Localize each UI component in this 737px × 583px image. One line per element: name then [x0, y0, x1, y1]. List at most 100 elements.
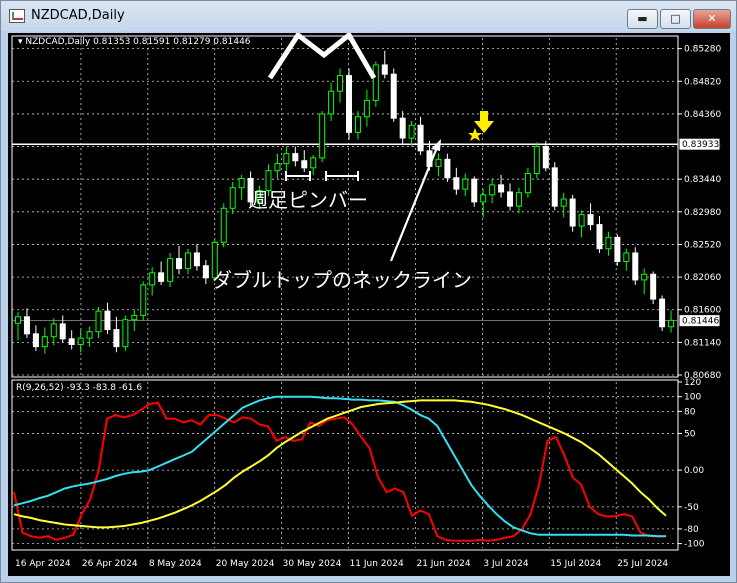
- candle-body: [184, 252, 191, 270]
- candle-body: [480, 194, 487, 203]
- candle-body: [471, 178, 478, 203]
- candle-body: [167, 258, 174, 282]
- neckline-arrow-line: [389, 144, 440, 262]
- candle-body: [569, 198, 576, 227]
- candle-body: [301, 160, 308, 169]
- indicator-y-tick-label: 120: [684, 378, 701, 388]
- candle-body: [68, 338, 75, 345]
- indicator-y-tick-label: -50: [684, 503, 699, 513]
- maximize-button[interactable]: □: [660, 9, 691, 29]
- candle-body: [444, 158, 451, 179]
- candle-body: [596, 224, 603, 250]
- candle-body: [220, 207, 227, 243]
- minimize-button[interactable]: ▬: [627, 9, 658, 29]
- indicator-y-tick-label: -80: [684, 525, 699, 535]
- candle-body: [149, 272, 156, 286]
- x-tick-label: 20 May 2024: [216, 559, 275, 569]
- candle-body: [283, 153, 290, 165]
- candle-body: [462, 178, 469, 190]
- candle-body: [489, 184, 496, 196]
- chart-app-icon: [9, 9, 25, 23]
- x-tick-label: 8 May 2024: [149, 559, 202, 569]
- neckline-annotation: ダブルトップのネックライン: [212, 268, 472, 292]
- price-label-text: 0.81446: [682, 317, 719, 327]
- indicator-y-tick-label: 50: [684, 429, 696, 439]
- candle-body: [381, 64, 388, 75]
- candle-body: [23, 316, 30, 335]
- candle-body: [560, 198, 567, 207]
- candle-body: [95, 310, 102, 333]
- neckline-arrow-head: [431, 139, 441, 151]
- candle-body: [328, 90, 335, 115]
- candle-body: [668, 319, 675, 328]
- indicator-y-tick-label: 0.00: [684, 466, 704, 476]
- candle-body: [632, 252, 639, 281]
- candle-body: [140, 284, 147, 316]
- candle-body: [15, 316, 21, 324]
- candle-body: [507, 191, 514, 207]
- window-title: NZDCAD,Daily: [31, 8, 125, 23]
- y-tick-label: 0.84360: [684, 110, 721, 120]
- candle-body: [292, 153, 299, 162]
- candle-body: [641, 273, 648, 281]
- candle-body: [650, 273, 657, 300]
- title-bar[interactable]: NZDCAD,Daily ▬ □ ✕: [1, 1, 736, 31]
- y-tick-label: 0.82980: [684, 208, 721, 218]
- candle-body: [77, 337, 84, 345]
- candle-body: [122, 319, 129, 348]
- close-button[interactable]: ✕: [693, 9, 731, 29]
- x-tick-label: 15 Jul 2024: [550, 559, 601, 569]
- candle-body: [193, 252, 200, 267]
- y-tick-label: 0.81140: [684, 338, 721, 348]
- candle-body: [587, 214, 594, 226]
- indicator-y-tick-label: 80: [684, 407, 696, 417]
- x-tick-label: 21 Jun 2024: [416, 559, 470, 569]
- candle-body: [551, 167, 558, 207]
- candle-body: [524, 173, 531, 194]
- y-tick-label: 0.82060: [684, 273, 721, 283]
- x-tick-label: 3 Jul 2024: [483, 559, 528, 569]
- indicator-title: R(9,26,52) -93.3 -83.8 -61.6: [16, 383, 142, 393]
- x-tick-label: 11 Jun 2024: [350, 559, 404, 569]
- chart-svg: 16 Apr 2024 26 Apr 2024 8 May 2024 20 May 2…: [11, 31, 721, 569]
- y-tick-label: 0.84820: [684, 77, 721, 87]
- candle-body: [113, 329, 120, 348]
- price-label-text: 0.83933: [682, 140, 719, 150]
- candle-body: [363, 99, 370, 118]
- x-tick-label: 26 Apr 2024: [82, 559, 138, 569]
- candle-body: [605, 236, 612, 250]
- candle-body: [229, 187, 236, 209]
- candle-body: [578, 214, 585, 227]
- candle-body: [390, 73, 397, 119]
- candle-body: [515, 192, 522, 207]
- candle-body: [319, 113, 326, 159]
- indicator-y-tick-label: -100: [684, 540, 705, 550]
- candle-body: [50, 323, 57, 338]
- candle-body: [346, 75, 352, 133]
- candle-body: [399, 117, 406, 139]
- candle-body: [238, 177, 245, 189]
- candle-body: [86, 331, 93, 339]
- candle-body: [623, 252, 630, 262]
- candle-body: [176, 258, 183, 270]
- y-tick-label: 0.83440: [684, 175, 721, 185]
- candle-body: [614, 236, 621, 262]
- chart-symbol-title: ▾ NZDCAD,Daily 0.81353 0.81591 0.81279 0…: [18, 37, 251, 47]
- x-tick-label: 16 Apr 2024: [15, 559, 71, 569]
- star-icon: [468, 128, 482, 141]
- indicator-panel-frame: [11, 379, 679, 551]
- candle-body: [202, 265, 209, 279]
- weekly-pinbar-annotation: 週足ピンバー: [248, 188, 368, 212]
- x-tick-label: 30 May 2024: [283, 559, 342, 569]
- candle-body: [59, 323, 66, 340]
- red-indicator-line: [13, 401, 666, 542]
- candle-body: [533, 146, 540, 175]
- candle-body: [408, 124, 415, 139]
- candle-body: [41, 336, 48, 348]
- candle-body: [435, 158, 442, 167]
- candle-body: [498, 184, 505, 193]
- candle-body: [354, 116, 361, 133]
- chart-area[interactable]: 16 Apr 2024 26 Apr 2024 8 May 2024 20 May 2…: [8, 31, 730, 576]
- candle-body: [372, 64, 379, 101]
- minimize-icon: ▬: [637, 12, 648, 25]
